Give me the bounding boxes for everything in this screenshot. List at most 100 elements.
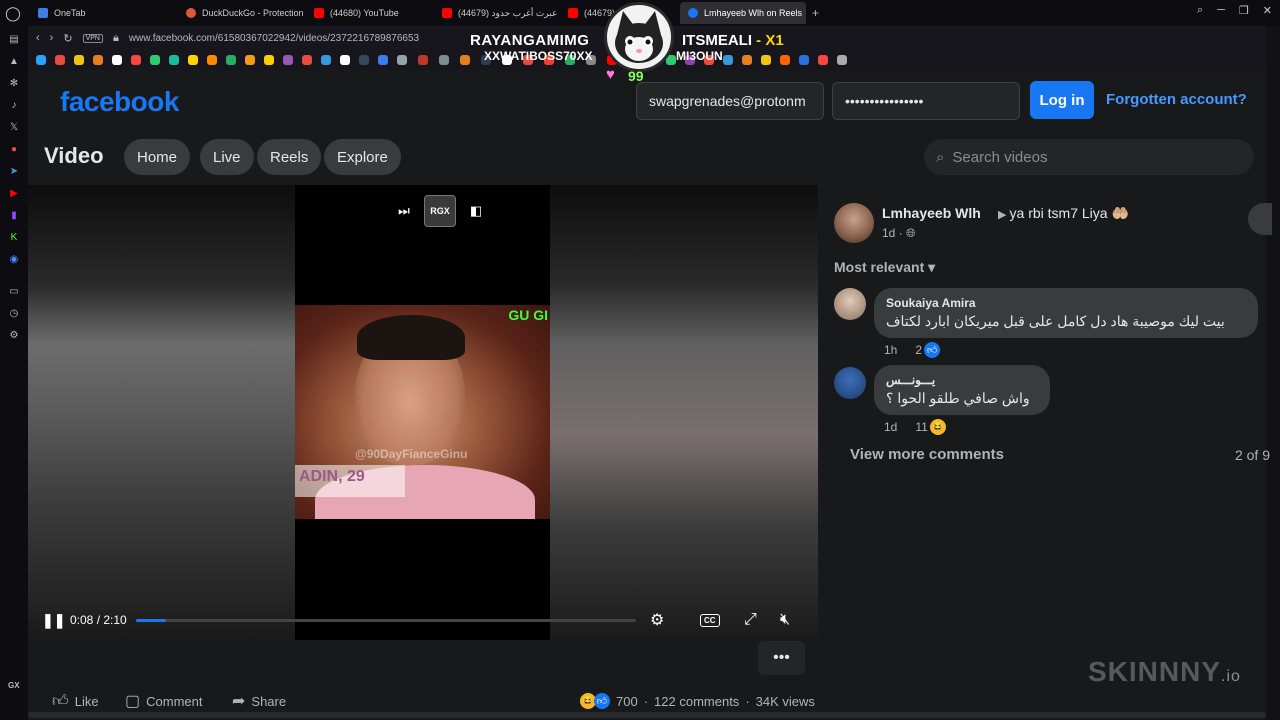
pause-icon[interactable]: ❚❚ bbox=[42, 612, 65, 629]
back-icon[interactable]: ‹ bbox=[36, 32, 40, 44]
forgot-account-link[interactable]: Forgotten account? bbox=[1106, 91, 1247, 108]
youtube-icon[interactable]: ▶ bbox=[7, 186, 21, 200]
next-video-button[interactable] bbox=[1248, 203, 1272, 235]
history-icon[interactable]: ◷ bbox=[7, 306, 21, 320]
comment-button[interactable]: ▢ Comment bbox=[125, 691, 202, 711]
speed-dial-icon[interactable]: ▤ bbox=[7, 32, 21, 46]
bookmark-icon[interactable] bbox=[647, 55, 657, 65]
search-tabs-icon[interactable]: ⌕ bbox=[1197, 4, 1203, 17]
bookmark-icon[interactable] bbox=[704, 55, 714, 65]
bookmark-icon[interactable] bbox=[188, 55, 198, 65]
bookmark-icon[interactable] bbox=[359, 55, 369, 65]
gx-icon[interactable]: GX bbox=[8, 681, 20, 690]
comment-age[interactable]: 1d bbox=[884, 420, 897, 434]
bookmark-icon[interactable] bbox=[607, 55, 617, 65]
bookmark-icon[interactable] bbox=[502, 55, 512, 65]
bookmark-icon[interactable] bbox=[628, 55, 638, 65]
commenter-avatar[interactable] bbox=[834, 288, 866, 320]
bookmark-icon[interactable] bbox=[523, 55, 533, 65]
bookmark-icon[interactable] bbox=[818, 55, 828, 65]
bookmark-icon[interactable] bbox=[460, 55, 470, 65]
comments-count[interactable]: 122 comments bbox=[654, 694, 739, 709]
browser-tab-active[interactable]: Lmhayeeb Wlh on Reels bbox=[680, 2, 806, 24]
twitch-icon[interactable]: ▮ bbox=[7, 208, 21, 222]
bookmark-icon[interactable] bbox=[780, 55, 790, 65]
bookmark-icon[interactable] bbox=[131, 55, 141, 65]
bookmark-icon[interactable] bbox=[150, 55, 160, 65]
right-scrollbar[interactable] bbox=[1266, 26, 1280, 720]
new-tab-button[interactable]: + bbox=[806, 6, 825, 20]
progress-bar[interactable] bbox=[136, 619, 636, 622]
bookmark-icon[interactable] bbox=[36, 55, 46, 65]
bookmark-icon[interactable] bbox=[245, 55, 255, 65]
opera-menu-icon[interactable]: ◯ bbox=[0, 0, 26, 26]
kick-icon[interactable]: K bbox=[7, 230, 21, 244]
bookmark-icon[interactable] bbox=[544, 55, 554, 65]
bookmark-icon[interactable] bbox=[439, 55, 449, 65]
browser-tab[interactable]: DuckDuckGo - Protection bbox=[178, 2, 306, 24]
x-icon[interactable]: 𝕏 bbox=[7, 120, 21, 134]
video-player[interactable]: ⏭ RGX ◧ GU GI @90DayFianceGinu ADIN, 29 … bbox=[28, 185, 818, 640]
comment-reaction-count[interactable]: 2 bbox=[915, 343, 922, 357]
bookmark-icon[interactable] bbox=[169, 55, 179, 65]
facebook-logo[interactable]: facebook bbox=[60, 86, 179, 118]
rgx-button[interactable]: RGX bbox=[424, 195, 456, 227]
bookmark-icon[interactable] bbox=[397, 55, 407, 65]
messenger-icon[interactable]: ◉ bbox=[7, 252, 21, 266]
browser-tab[interactable]: (44680) YouTube bbox=[306, 2, 434, 24]
bookmark-icon[interactable] bbox=[264, 55, 274, 65]
bookmark-icon[interactable] bbox=[302, 55, 312, 65]
wallet-icon[interactable]: ▭ bbox=[7, 284, 21, 298]
bookmark-icon[interactable] bbox=[685, 55, 695, 65]
reactions-count[interactable]: 700 bbox=[616, 694, 638, 709]
view-more-comments-link[interactable]: View more comments bbox=[850, 446, 1004, 463]
picture-in-picture-icon[interactable]: ◧ bbox=[460, 195, 492, 227]
bookmark-icon[interactable] bbox=[666, 55, 676, 65]
url-field[interactable]: www.facebook.com/61580367022942/videos/2… bbox=[129, 33, 419, 44]
like-button[interactable]: 👍︎ Like bbox=[52, 692, 99, 711]
tab-explore[interactable]: Explore bbox=[324, 139, 401, 175]
commenter-name[interactable]: يـــونـــس bbox=[886, 373, 1038, 387]
login-button[interactable]: Log in bbox=[1030, 81, 1094, 119]
bookmark-icon[interactable] bbox=[378, 55, 388, 65]
mute-icon[interactable]: 🔇︎ bbox=[780, 611, 790, 629]
bookmark-icon[interactable] bbox=[481, 55, 491, 65]
bookmark-icon[interactable] bbox=[837, 55, 847, 65]
skip-forward-icon[interactable]: ⏭ bbox=[388, 195, 420, 227]
bookmark-icon[interactable] bbox=[742, 55, 752, 65]
reload-icon[interactable]: ↻ bbox=[63, 32, 72, 45]
chatgpt-icon[interactable]: ✻ bbox=[7, 76, 21, 90]
bookmark-icon[interactable] bbox=[723, 55, 733, 65]
post-age[interactable]: 1d bbox=[882, 226, 895, 240]
bookmark-icon[interactable] bbox=[93, 55, 103, 65]
share-button[interactable]: ➦ Share bbox=[232, 691, 286, 711]
bookmark-icon[interactable] bbox=[226, 55, 236, 65]
bookmark-icon[interactable] bbox=[418, 55, 428, 65]
bookmark-icon[interactable] bbox=[112, 55, 122, 65]
forward-icon[interactable]: › bbox=[50, 32, 54, 44]
bookmark-icon[interactable] bbox=[586, 55, 596, 65]
tab-home[interactable]: Home bbox=[124, 139, 191, 175]
bookmark-icon[interactable] bbox=[340, 55, 350, 65]
bookmark-icon[interactable] bbox=[55, 55, 65, 65]
telegram-icon[interactable]: ➤ bbox=[7, 164, 21, 178]
bookmark-icon[interactable] bbox=[321, 55, 331, 65]
author-avatar[interactable] bbox=[834, 203, 874, 243]
vpn-badge[interactable]: VPN bbox=[82, 33, 103, 43]
settings-icon[interactable]: ⚙ bbox=[7, 328, 21, 342]
bookmark-icon[interactable] bbox=[799, 55, 809, 65]
password-field[interactable]: •••••••••••••••• bbox=[832, 82, 1020, 120]
comment-reaction-count[interactable]: 11 bbox=[915, 420, 927, 434]
close-icon[interactable]: ✕ bbox=[1263, 4, 1272, 17]
music-icon[interactable]: ● bbox=[7, 142, 21, 156]
bookmark-icon[interactable] bbox=[565, 55, 575, 65]
author-name[interactable]: Lmhayeeb Wlh bbox=[882, 205, 981, 221]
maximize-icon[interactable]: ❐ bbox=[1239, 4, 1249, 17]
fullscreen-icon[interactable]: ⤢ bbox=[744, 611, 757, 629]
video-frame[interactable]: ⏭ RGX ◧ GU GI @90DayFianceGinu ADIN, 29 bbox=[295, 185, 550, 640]
captions-button[interactable]: CC bbox=[700, 613, 720, 627]
settings-gear-icon[interactable]: ⚙ bbox=[650, 610, 664, 630]
commenter-name[interactable]: Soukaiya Amira bbox=[886, 296, 1246, 310]
bookmark-icon[interactable] bbox=[207, 55, 217, 65]
browser-tab[interactable]: OneTab bbox=[30, 2, 150, 24]
